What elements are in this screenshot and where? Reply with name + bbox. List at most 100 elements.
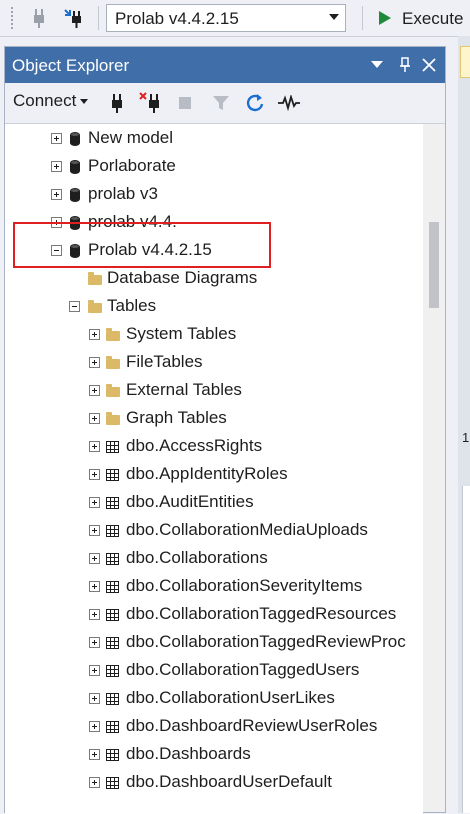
folder-icon bbox=[105, 355, 121, 371]
tree-node-folder[interactable]: System Tables bbox=[5, 322, 423, 350]
tree-node-label: dbo.AccessRights bbox=[126, 436, 263, 455]
tree-node-label: dbo.AppIdentityRoles bbox=[126, 464, 288, 483]
tree-node-folder[interactable]: Tables bbox=[5, 294, 423, 322]
tree-node-table[interactable]: dbo.AppIdentityRoles bbox=[5, 462, 423, 490]
editor-tab-edge[interactable] bbox=[460, 46, 470, 78]
table-icon bbox=[105, 551, 121, 567]
expand-plus-icon[interactable] bbox=[89, 777, 100, 788]
tree-node-folder[interactable]: External Tables bbox=[5, 378, 423, 406]
tree-node-label: dbo.CollaborationUserLikes bbox=[126, 688, 335, 707]
table-icon bbox=[105, 439, 121, 455]
expand-plus-icon[interactable] bbox=[89, 693, 100, 704]
tree-node-label: New model bbox=[88, 128, 174, 147]
expand-plus-icon[interactable] bbox=[89, 609, 100, 620]
tree-node-database[interactable]: Porlaborate bbox=[5, 154, 423, 182]
tree-node-table[interactable]: dbo.CollaborationUserLikes bbox=[5, 686, 423, 714]
expand-plus-icon[interactable] bbox=[89, 357, 100, 368]
table-icon bbox=[105, 607, 121, 623]
tree-node-folder[interactable]: Graph Tables bbox=[5, 406, 423, 434]
tree-node-label: System Tables bbox=[126, 324, 237, 343]
collapse-minus-icon[interactable] bbox=[51, 245, 62, 256]
expand-plus-icon[interactable] bbox=[89, 721, 100, 732]
tree-node-database[interactable]: Prolab v4.4.2.15 bbox=[5, 238, 423, 266]
table-icon bbox=[105, 523, 121, 539]
tree-node-table[interactable]: dbo.CollaborationSeverityItems bbox=[5, 574, 423, 602]
change-connection-icon[interactable] bbox=[62, 4, 88, 32]
pin-icon[interactable] bbox=[395, 55, 415, 75]
tree-node-table[interactable]: dbo.CollaborationTaggedReviewProc bbox=[5, 630, 423, 658]
execute-button[interactable]: Execute bbox=[372, 4, 470, 32]
expand-plus-icon[interactable] bbox=[89, 441, 100, 452]
expand-plus-icon[interactable] bbox=[89, 581, 100, 592]
tree-node-table[interactable]: dbo.Collaborations bbox=[5, 546, 423, 574]
table-icon bbox=[105, 467, 121, 483]
expand-plus-icon[interactable] bbox=[89, 665, 100, 676]
tree-node-label: dbo.CollaborationSeverityItems bbox=[126, 576, 363, 595]
filter-icon[interactable] bbox=[209, 91, 233, 115]
expand-plus-icon[interactable] bbox=[51, 217, 62, 228]
table-icon bbox=[105, 663, 121, 679]
expand-plus-icon[interactable] bbox=[89, 525, 100, 536]
database-icon bbox=[67, 215, 83, 231]
object-explorer-toolbar: Connect bbox=[5, 83, 445, 124]
expand-plus-icon[interactable] bbox=[89, 469, 100, 480]
tree-node-table[interactable]: dbo.DashboardReviewUserRoles bbox=[5, 714, 423, 742]
tree-node-label: External Tables bbox=[126, 380, 242, 399]
database-select[interactable]: Prolab v4.4.2.15 bbox=[106, 4, 346, 32]
tree-node-label: Porlaborate bbox=[88, 156, 176, 175]
disconnect-plug-icon[interactable] bbox=[26, 4, 52, 32]
expand-plus-icon[interactable] bbox=[89, 637, 100, 648]
tree-node-label: Graph Tables bbox=[126, 408, 227, 427]
tree-vertical-scrollbar[interactable] bbox=[423, 124, 445, 812]
table-icon bbox=[105, 775, 121, 791]
tree-node-table[interactable]: dbo.CollaborationTaggedResources bbox=[5, 602, 423, 630]
tree-node-label: dbo.CollaborationMediaUploads bbox=[126, 520, 368, 539]
main-toolbar: Prolab v4.4.2.15 Execute bbox=[0, 0, 470, 37]
tree-node-label: Tables bbox=[107, 296, 157, 315]
expand-plus-icon[interactable] bbox=[51, 133, 62, 144]
table-icon bbox=[105, 719, 121, 735]
expand-plus-icon[interactable] bbox=[89, 413, 100, 424]
expand-plus-icon[interactable] bbox=[89, 329, 100, 340]
tree-node-label: prolab v3 bbox=[88, 184, 158, 203]
object-explorer-panel: Object Explorer Connect New model Porlab… bbox=[4, 46, 446, 814]
object-explorer-titlebar: Object Explorer bbox=[5, 47, 445, 83]
tree-node-database[interactable]: prolab v4.4. bbox=[5, 210, 423, 238]
refresh-icon[interactable] bbox=[243, 91, 267, 115]
connect-icon[interactable] bbox=[105, 91, 129, 115]
expand-plus-icon[interactable] bbox=[89, 749, 100, 760]
disconnect-icon[interactable] bbox=[139, 91, 163, 115]
tree-node-folder[interactable]: FileTables bbox=[5, 350, 423, 378]
connect-button[interactable]: Connect bbox=[13, 91, 89, 115]
tree-node-database[interactable]: New model bbox=[5, 126, 423, 154]
folder-icon bbox=[105, 327, 121, 343]
tree-node-label: dbo.Dashboards bbox=[126, 744, 251, 763]
expand-plus-icon[interactable] bbox=[89, 553, 100, 564]
tree-node-folder[interactable]: Database Diagrams bbox=[5, 266, 423, 294]
activity-monitor-icon[interactable] bbox=[277, 91, 301, 115]
expand-plus-icon[interactable] bbox=[51, 161, 62, 172]
connect-label: Connect bbox=[13, 91, 77, 110]
scrollbar-thumb[interactable] bbox=[429, 222, 439, 308]
expand-plus-icon[interactable] bbox=[89, 385, 100, 396]
editor-line-number: 1 bbox=[462, 430, 470, 445]
stop-icon[interactable] bbox=[173, 91, 197, 115]
tree-node-label: dbo.CollaborationTaggedUsers bbox=[126, 660, 360, 679]
tree-node-label: Database Diagrams bbox=[107, 268, 258, 287]
tree-node-table[interactable]: dbo.Dashboards bbox=[5, 742, 423, 770]
tree-node-label: dbo.CollaborationTaggedResources bbox=[126, 604, 397, 623]
toolbar-separator bbox=[362, 6, 363, 30]
chevron-down-icon bbox=[329, 14, 339, 20]
tree-node-database[interactable]: prolab v3 bbox=[5, 182, 423, 210]
tree-node-table[interactable]: dbo.AuditEntities bbox=[5, 490, 423, 518]
tree-node-table[interactable]: dbo.AccessRights bbox=[5, 434, 423, 462]
dropdown-icon[interactable] bbox=[367, 55, 387, 75]
toolbar-grip[interactable] bbox=[10, 6, 14, 30]
collapse-minus-icon[interactable] bbox=[69, 301, 80, 312]
tree-node-table[interactable]: dbo.CollaborationMediaUploads bbox=[5, 518, 423, 546]
tree-node-table[interactable]: dbo.DashboardUserDefault bbox=[5, 770, 423, 798]
expand-plus-icon[interactable] bbox=[89, 497, 100, 508]
expand-plus-icon[interactable] bbox=[51, 189, 62, 200]
tree-node-table[interactable]: dbo.CollaborationTaggedUsers bbox=[5, 658, 423, 686]
close-icon[interactable] bbox=[419, 55, 439, 75]
